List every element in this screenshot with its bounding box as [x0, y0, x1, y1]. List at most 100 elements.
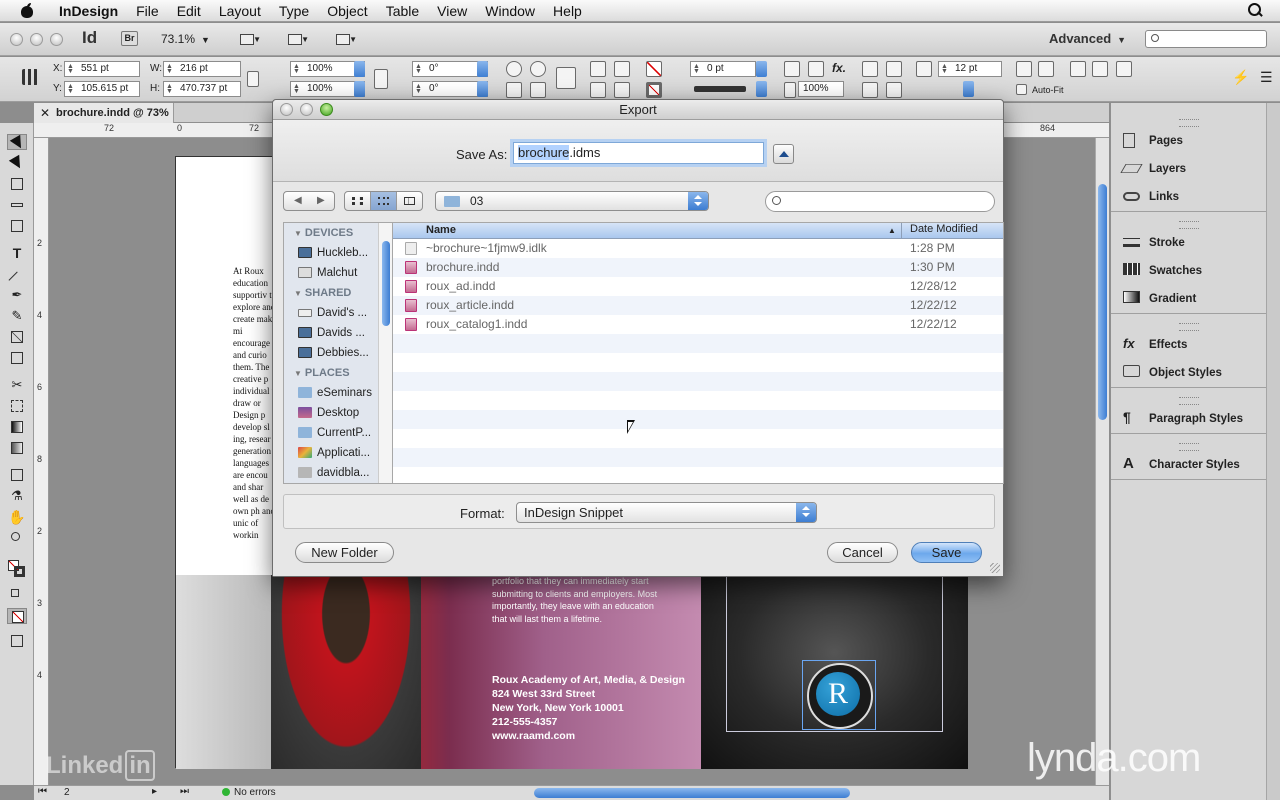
apple-menu-icon[interactable] [18, 2, 36, 19]
fit-frame-icon[interactable] [1038, 61, 1054, 77]
first-page-icon[interactable]: ⏮ [38, 786, 47, 797]
panel-effects[interactable]: fx Effects [1111, 331, 1266, 359]
stroke-type-dropdown[interactable] [756, 81, 767, 97]
file-row[interactable]: brochure.indd 1:30 PM [393, 258, 1003, 277]
pencil-tool[interactable]: ✎ [7, 308, 27, 324]
dialog-minimize-button[interactable] [300, 103, 313, 116]
vertical-scroll-thumb[interactable] [1098, 184, 1107, 420]
content-collector-tool[interactable] [7, 218, 27, 234]
next-page-icon[interactable]: ▸ [152, 786, 157, 797]
rectangle-frame-tool[interactable] [7, 329, 27, 345]
shear-dropdown[interactable] [477, 81, 488, 97]
panel-grip[interactable] [1178, 119, 1199, 127]
collapse-dialog-button[interactable] [773, 144, 794, 164]
save-as-filename-input[interactable]: brochure.idms [513, 142, 764, 164]
autofit-checkbox[interactable] [1016, 84, 1027, 95]
back-forward-buttons[interactable]: ◀ ▶ [283, 191, 335, 211]
menu-view[interactable]: View [428, 0, 476, 22]
text-wrap-none-icon[interactable] [862, 61, 878, 77]
flip-vertical-icon[interactable] [530, 82, 546, 98]
dark-image-panel[interactable]: R [701, 575, 968, 769]
panel-character-styles[interactable]: A Character Styles [1111, 451, 1266, 479]
scale-y-dropdown[interactable] [354, 81, 365, 97]
back-arrow-icon[interactable]: ◀ [294, 195, 302, 206]
last-page-icon[interactable]: ⏭ [180, 786, 189, 797]
workspace-switcher[interactable]: Advanced ▼ [1049, 31, 1126, 46]
eyedropper-tool[interactable]: ⚗ [7, 488, 27, 504]
sidebar-item-place[interactable]: davidbla... [284, 463, 392, 483]
height-field[interactable]: ▲ ▼ 470.737 pt [163, 81, 241, 97]
corner-options-icon[interactable] [808, 61, 824, 77]
frame-fitting-icon[interactable] [916, 61, 932, 77]
stroke-weight-dropdown[interactable] [756, 61, 767, 77]
panel-grip[interactable] [1178, 323, 1199, 331]
note-tool[interactable] [7, 467, 27, 483]
format-dropdown[interactable]: InDesign Snippet [516, 502, 817, 523]
opacity-field[interactable]: 100% [798, 81, 844, 97]
sidebar-item-place[interactable]: Desktop [284, 403, 392, 423]
sidebar-scroll-thumb[interactable] [382, 241, 390, 326]
menu-type[interactable]: Type [270, 0, 318, 22]
stroke-none-icon[interactable] [646, 82, 662, 98]
vertical-ruler[interactable]: 2 4 6 8 2 3 4 [34, 138, 49, 785]
x-position-field[interactable]: ▲ ▼ 551 pt [64, 61, 140, 77]
column-header-name[interactable]: Name [426, 224, 456, 236]
constrain-proportions-icon[interactable] [247, 71, 259, 87]
forward-arrow-icon[interactable]: ▶ [317, 195, 325, 206]
select-container-icon[interactable] [590, 61, 606, 77]
file-row[interactable]: roux_ad.indd 12/28/12 [393, 277, 1003, 296]
icon-view-button[interactable] [345, 192, 371, 210]
text-wrap-bounding-icon[interactable] [886, 61, 902, 77]
menu-table[interactable]: Table [377, 0, 428, 22]
sidebar-item-shared[interactable]: Davids ... [284, 323, 392, 343]
panel-gradient[interactable]: Gradient [1111, 285, 1266, 313]
sidebar-section-shared[interactable]: ▼ SHARED [284, 283, 392, 303]
preflight-status[interactable]: No errors [222, 787, 276, 798]
apply-none-button[interactable] [7, 608, 27, 624]
zoom-tool[interactable] [7, 530, 27, 546]
sidebar-item-place[interactable]: eSeminars [284, 383, 392, 403]
panel-links[interactable]: Links [1111, 183, 1266, 211]
view-options-button[interactable]: ▼ [236, 30, 264, 48]
hand-tool[interactable]: ✋ [7, 509, 27, 525]
panel-swatches[interactable]: Swatches [1111, 257, 1266, 285]
fx-icon[interactable]: fx. [832, 61, 846, 75]
vertical-scrollbar[interactable] [1095, 138, 1109, 785]
center-content-icon[interactable] [1070, 61, 1086, 77]
panel-menu-icon[interactable]: ☰ [1260, 69, 1273, 86]
panel-grip[interactable] [1178, 443, 1199, 451]
file-row[interactable]: roux_article.indd 12/22/12 [393, 296, 1003, 315]
sidebar-item-shared[interactable]: David's ... [284, 303, 392, 323]
drop-shadow-icon[interactable] [784, 61, 800, 77]
window-zoom-button[interactable] [50, 33, 63, 46]
stroke-weight-field[interactable]: ▲ ▼ 0 pt [690, 61, 756, 77]
sidebar-scrollbar[interactable] [378, 223, 392, 483]
y-position-field[interactable]: ▲ ▼ 105.615 pt [64, 81, 140, 97]
column-view-button[interactable] [397, 192, 422, 210]
list-view-button[interactable] [371, 192, 397, 210]
gradient-feather-tool[interactable] [7, 440, 27, 456]
rotation-dropdown[interactable] [477, 61, 488, 77]
roux-academy-logo[interactable]: R [802, 660, 876, 730]
window-minimize-button[interactable] [30, 33, 43, 46]
panel-paragraph-styles[interactable]: ¶ Paragraph Styles [1111, 405, 1266, 433]
lightning-icon[interactable]: ⚡ [1232, 69, 1249, 86]
help-search-input[interactable] [1145, 30, 1267, 48]
scissors-tool[interactable]: ✂ [7, 377, 27, 393]
panel-grip[interactable] [1178, 397, 1199, 405]
fitting-dropdown[interactable] [963, 81, 974, 97]
sidebar-item-shared[interactable]: Debbies... [284, 343, 392, 363]
screen-mode-button-tools[interactable] [7, 633, 27, 649]
line-tool[interactable] [7, 266, 27, 289]
free-transform-tool[interactable] [7, 398, 27, 414]
zoom-level-dropdown[interactable]: 73.1% ▼ [161, 32, 210, 46]
rectangle-tool[interactable] [7, 350, 27, 366]
panel-layers[interactable]: Layers [1111, 155, 1266, 183]
file-row[interactable]: ~brochure~1fjmw9.idlk 1:28 PM [393, 239, 1003, 258]
panel-stroke[interactable]: Stroke [1111, 229, 1266, 257]
menu-help[interactable]: Help [544, 0, 591, 22]
fit-content-icon[interactable] [1016, 61, 1032, 77]
horizontal-scroll-thumb[interactable] [534, 788, 850, 798]
page-tool[interactable] [7, 176, 27, 192]
sidebar-item-place[interactable]: Applicati... [284, 443, 392, 463]
